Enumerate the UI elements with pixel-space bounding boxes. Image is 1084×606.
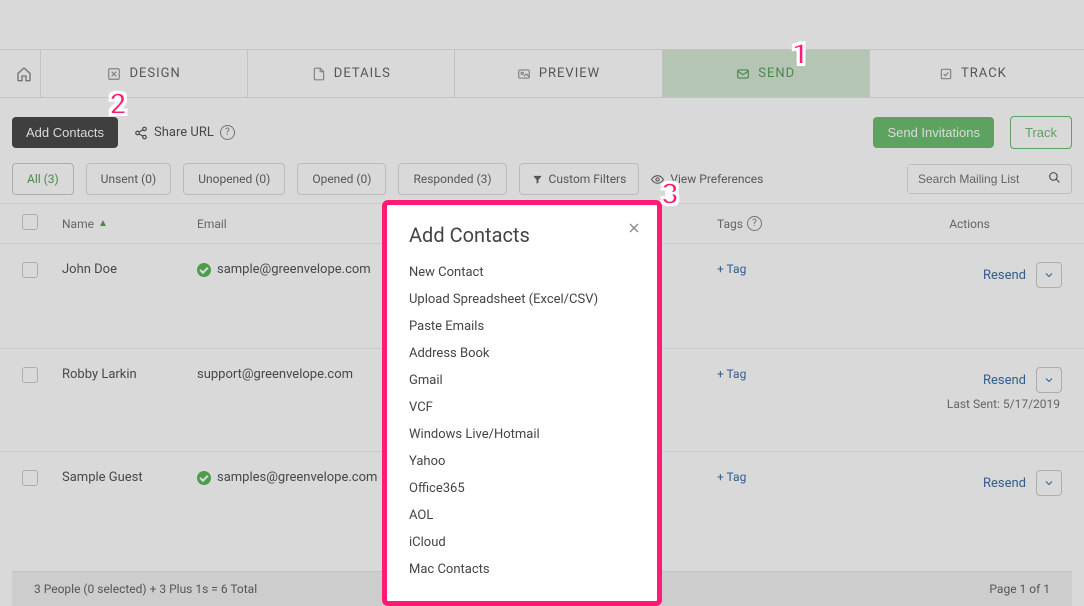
modal-item[interactable]: Mac Contacts	[409, 556, 635, 583]
modal-item[interactable]: Address Book	[409, 340, 635, 367]
add-contacts-modal: Add Contacts New ContactUpload Spreadshe…	[382, 200, 662, 606]
modal-item[interactable]: AOL	[409, 502, 635, 529]
modal-close-button[interactable]	[623, 217, 645, 239]
modal-item[interactable]: Yahoo	[409, 448, 635, 475]
callout-3: 3	[648, 172, 692, 216]
modal-item[interactable]: Paste Emails	[409, 313, 635, 340]
modal-item[interactable]: iCloud	[409, 529, 635, 556]
modal-item[interactable]: VCF	[409, 394, 635, 421]
callout-1: 1	[778, 32, 822, 76]
callout-2: 2	[96, 82, 140, 126]
modal-item[interactable]: Upload Spreadsheet (Excel/CSV)	[409, 286, 635, 313]
modal-item[interactable]: New Contact	[409, 259, 635, 286]
modal-item[interactable]: Windows Live/Hotmail	[409, 421, 635, 448]
modal-item[interactable]: Office365	[409, 475, 635, 502]
modal-item[interactable]: Gmail	[409, 367, 635, 394]
modal-title: Add Contacts	[409, 223, 635, 247]
close-icon	[626, 220, 642, 236]
